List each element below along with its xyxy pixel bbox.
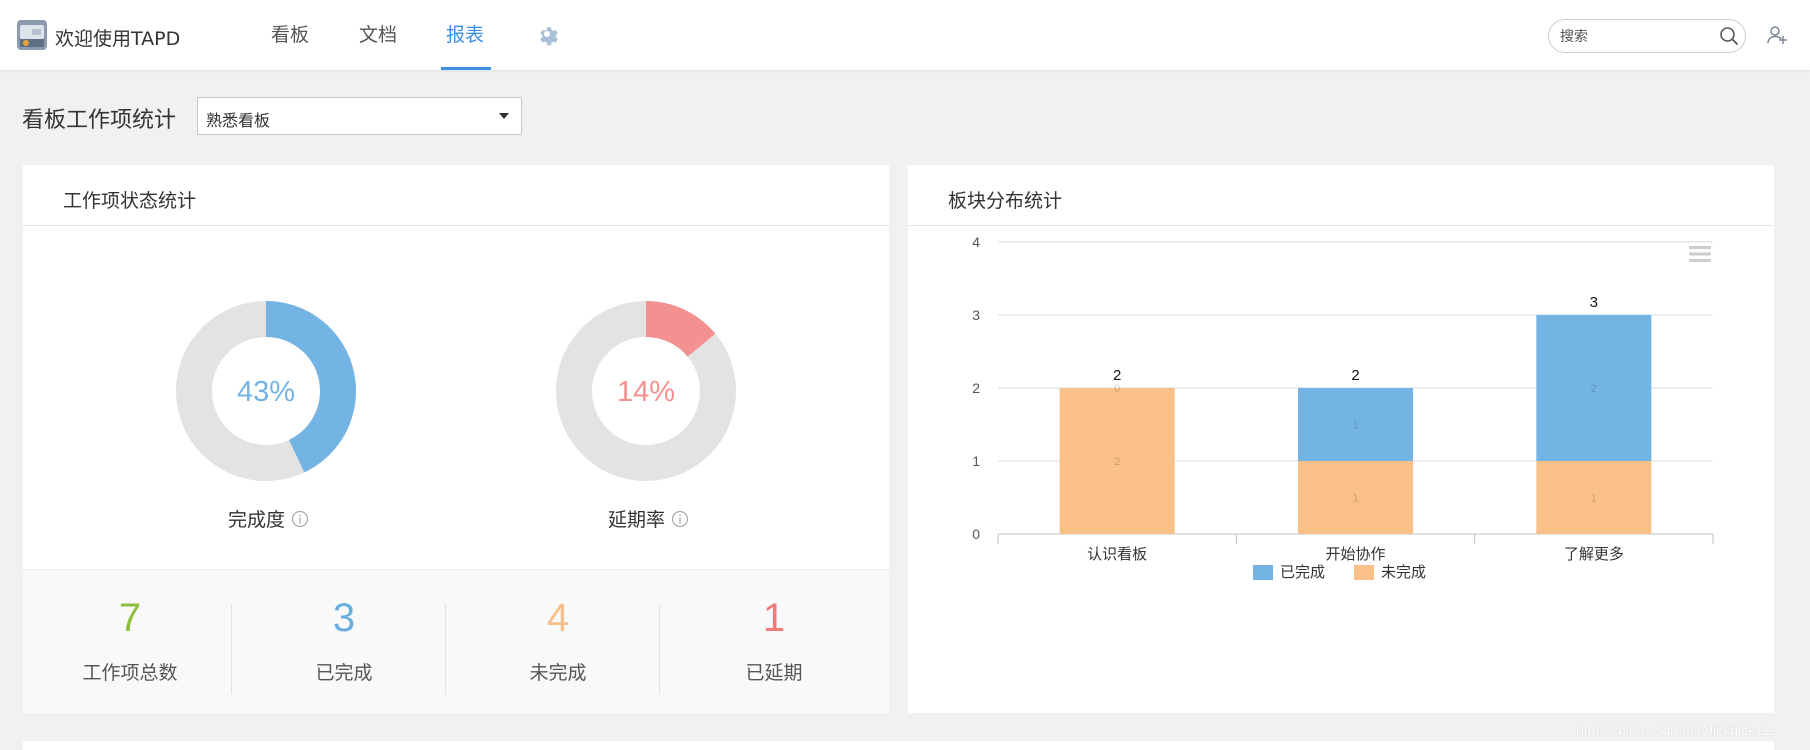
distribution-card: 板块分布统计 0 1 2 3 4 2 0 2 认识看板 1 1 2 开始协作 1 2 3 了解更多 已完成 未完成 (908, 165, 1774, 713)
completion-donut: 43% (176, 301, 356, 481)
completion-label-text: 完成度 (228, 509, 286, 531)
nav-tab-docs[interactable]: 文档 (359, 20, 397, 47)
card-header: 板块分布统计 (908, 165, 1774, 226)
donut-arc (645, 301, 716, 358)
x-tick-label: 了解更多 (1564, 545, 1624, 563)
completion-label: 完成度 (228, 505, 309, 532)
search-input[interactable] (1560, 27, 1710, 47)
card-title: 工作项状态统计 (63, 190, 197, 212)
stacked-bar-chart: 01234202认识看板112开始协作123了解更多已完成 未完成 (972, 234, 1714, 581)
app-logo-icon[interactable] (16, 19, 48, 51)
stat-label: 工作项总数 (82, 662, 178, 684)
active-tab-indicator (441, 67, 491, 70)
board-select[interactable]: 熟悉看板 (197, 97, 522, 135)
delay-label-text: 延期率 (608, 509, 666, 531)
x-tick-label: 认识看板 (1087, 545, 1147, 563)
bar-segment-label: 2 (1591, 383, 1597, 395)
info-icon[interactable] (671, 510, 689, 528)
status-stats-card: 工作项状态统计 43% 完成度 14% 延期率 7 工作项总数 3 已完成 4 … (23, 165, 889, 713)
legend-swatch (1253, 565, 1273, 580)
divider (231, 604, 232, 694)
stat-value: 3 (332, 596, 356, 640)
bar-segment-label: 1 (1591, 493, 1597, 505)
search-box (1548, 19, 1746, 53)
card-title: 板块分布统计 (948, 190, 1063, 212)
nav-tab-board[interactable]: 看板 (271, 20, 309, 47)
watermark: https://blog.csdn.net/dickdick111 (1576, 722, 1777, 738)
stat-total: 7 工作项总数 (23, 570, 237, 714)
stat-value: 1 (762, 596, 786, 640)
nav-tab-reports[interactable]: 报表 (446, 20, 484, 47)
legend-label: 未完成 (1381, 563, 1426, 581)
x-tick-label: 开始协作 (1325, 545, 1385, 563)
stat-delayed: 1 已延期 (667, 570, 881, 714)
stats-strip: 7 工作项总数 3 已完成 4 未完成 1 已延期 (23, 569, 889, 713)
bar-segment-label: 1 (1352, 493, 1358, 505)
y-tick-label: 3 (972, 307, 980, 323)
y-tick-label: 0 (972, 526, 980, 542)
chevron-down-icon (499, 113, 509, 119)
top-navbar: 欢迎使用TAPD 看板 文档 报表 (0, 0, 1810, 70)
stat-undone: 4 未完成 (451, 570, 665, 714)
next-card-edge (23, 741, 1774, 750)
y-tick-label: 1 (972, 453, 980, 469)
card-header: 工作项状态统计 (23, 165, 889, 226)
bar-segment-label: 0 (1114, 383, 1120, 395)
board-select-value: 熟悉看板 (206, 111, 271, 130)
add-user-icon[interactable] (1766, 24, 1788, 46)
legend-swatch (1354, 565, 1374, 580)
info-icon[interactable] (291, 510, 309, 528)
divider (445, 604, 446, 694)
stat-label: 未完成 (529, 662, 587, 684)
y-tick-label: 2 (972, 380, 980, 396)
stat-value: 4 (546, 596, 570, 640)
page-title: 看板工作项统计 (22, 108, 177, 133)
bar-total-label: 2 (1113, 367, 1121, 384)
stat-done: 3 已完成 (237, 570, 451, 714)
divider (659, 604, 660, 694)
legend-label: 已完成 (1280, 563, 1325, 581)
stat-label: 已完成 (315, 662, 373, 684)
search-icon[interactable] (1719, 26, 1739, 46)
bar-total-label: 2 (1351, 367, 1359, 384)
y-tick-label: 4 (972, 234, 980, 250)
delay-label: 延期率 (608, 505, 689, 532)
bar-segment-label: 1 (1352, 420, 1358, 432)
bar-total-label: 3 (1590, 294, 1598, 311)
app-title: 欢迎使用TAPD (55, 28, 181, 50)
stat-value: 7 (118, 596, 142, 640)
delay-donut: 14% (556, 301, 736, 481)
donut-percent: 43% (237, 376, 295, 408)
stat-label: 已延期 (745, 662, 803, 684)
donut-percent: 14% (617, 376, 675, 408)
gear-icon[interactable] (536, 22, 560, 46)
bar-segment-label: 2 (1114, 456, 1120, 468)
